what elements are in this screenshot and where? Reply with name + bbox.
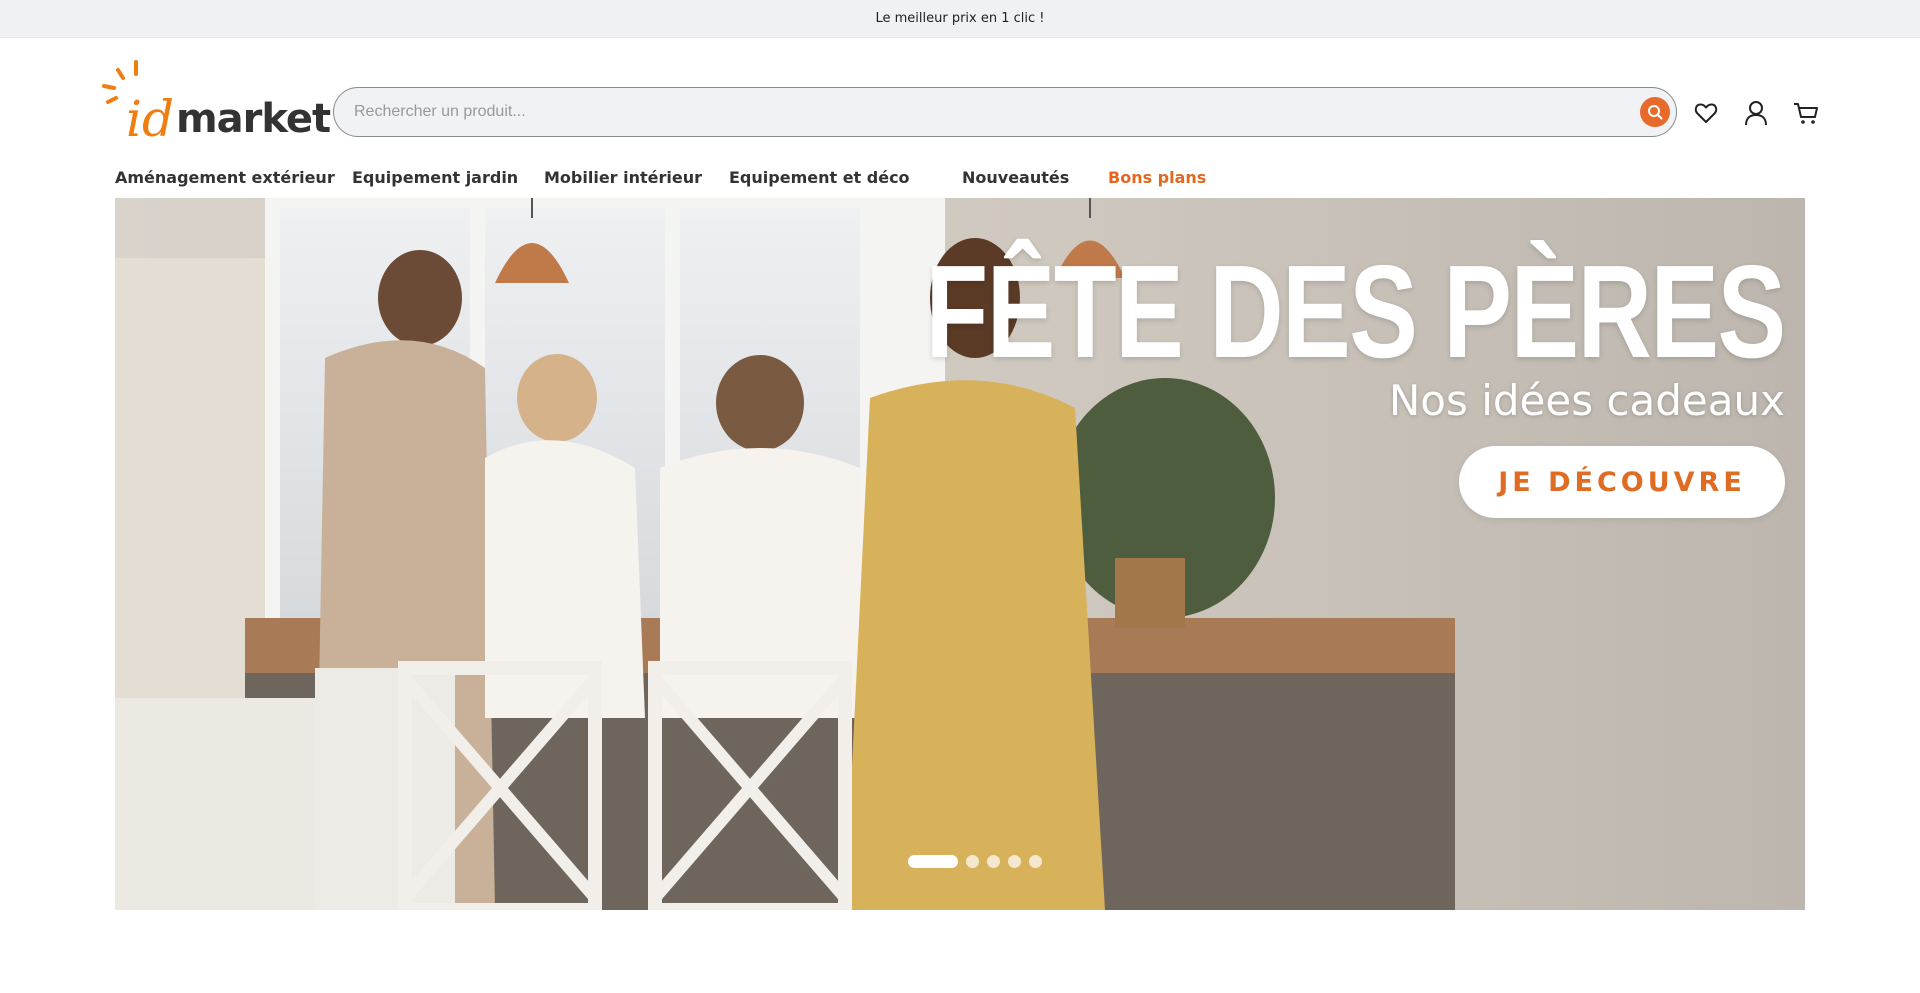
hero-title: FÊTE DES PÈRES bbox=[925, 238, 1787, 385]
search-icon bbox=[1648, 105, 1663, 120]
logo-name: market bbox=[176, 96, 331, 142]
carousel-dot[interactable] bbox=[1008, 855, 1021, 868]
promo-banner: Le meilleur prix en 1 clic ! bbox=[0, 0, 1920, 38]
cart-icon bbox=[1794, 103, 1818, 124]
account-button[interactable] bbox=[1742, 100, 1770, 126]
nav-item-bons-plans[interactable]: Bons plans bbox=[1108, 168, 1206, 187]
carousel-dot[interactable] bbox=[1029, 855, 1042, 868]
nav-item-nouveautes[interactable]: Nouveautés bbox=[962, 168, 1069, 187]
cart-button[interactable] bbox=[1792, 100, 1820, 126]
search-input[interactable] bbox=[354, 103, 1594, 121]
nav-item-amenagement-exterieur[interactable]: Aménagement extérieur bbox=[115, 168, 335, 187]
site-header: id market Rechercher un produit... Aména… bbox=[0, 38, 1920, 198]
discover-button[interactable]: JE DÉCOUVRE bbox=[1459, 446, 1785, 518]
wishlist-button[interactable] bbox=[1692, 100, 1720, 126]
hero-carousel[interactable]: FÊTE DES PÈRES Nos idées cadeaux JE DÉCO… bbox=[115, 198, 1805, 910]
search-bar bbox=[333, 87, 1677, 137]
search-button[interactable] bbox=[1640, 97, 1670, 127]
promo-text: Le meilleur prix en 1 clic ! bbox=[875, 11, 1045, 26]
nav-item-equipement-jardin[interactable]: Equipement jardin bbox=[352, 168, 518, 187]
carousel-dot[interactable] bbox=[908, 855, 958, 868]
user-icon bbox=[1745, 101, 1767, 126]
heart-icon bbox=[1694, 103, 1718, 123]
site-logo[interactable]: id market bbox=[98, 60, 331, 150]
header-actions bbox=[1692, 100, 1820, 126]
logo-prefix: id bbox=[126, 90, 174, 148]
carousel-dot[interactable] bbox=[966, 855, 979, 868]
carousel-dot[interactable] bbox=[987, 855, 1000, 868]
nav-item-equipement-deco[interactable]: Equipement et déco bbox=[729, 168, 910, 187]
hero-subtitle: Nos idées cadeaux bbox=[1388, 376, 1785, 425]
carousel-pagination bbox=[908, 855, 1042, 868]
nav-item-mobilier-interieur[interactable]: Mobilier intérieur bbox=[544, 168, 702, 187]
